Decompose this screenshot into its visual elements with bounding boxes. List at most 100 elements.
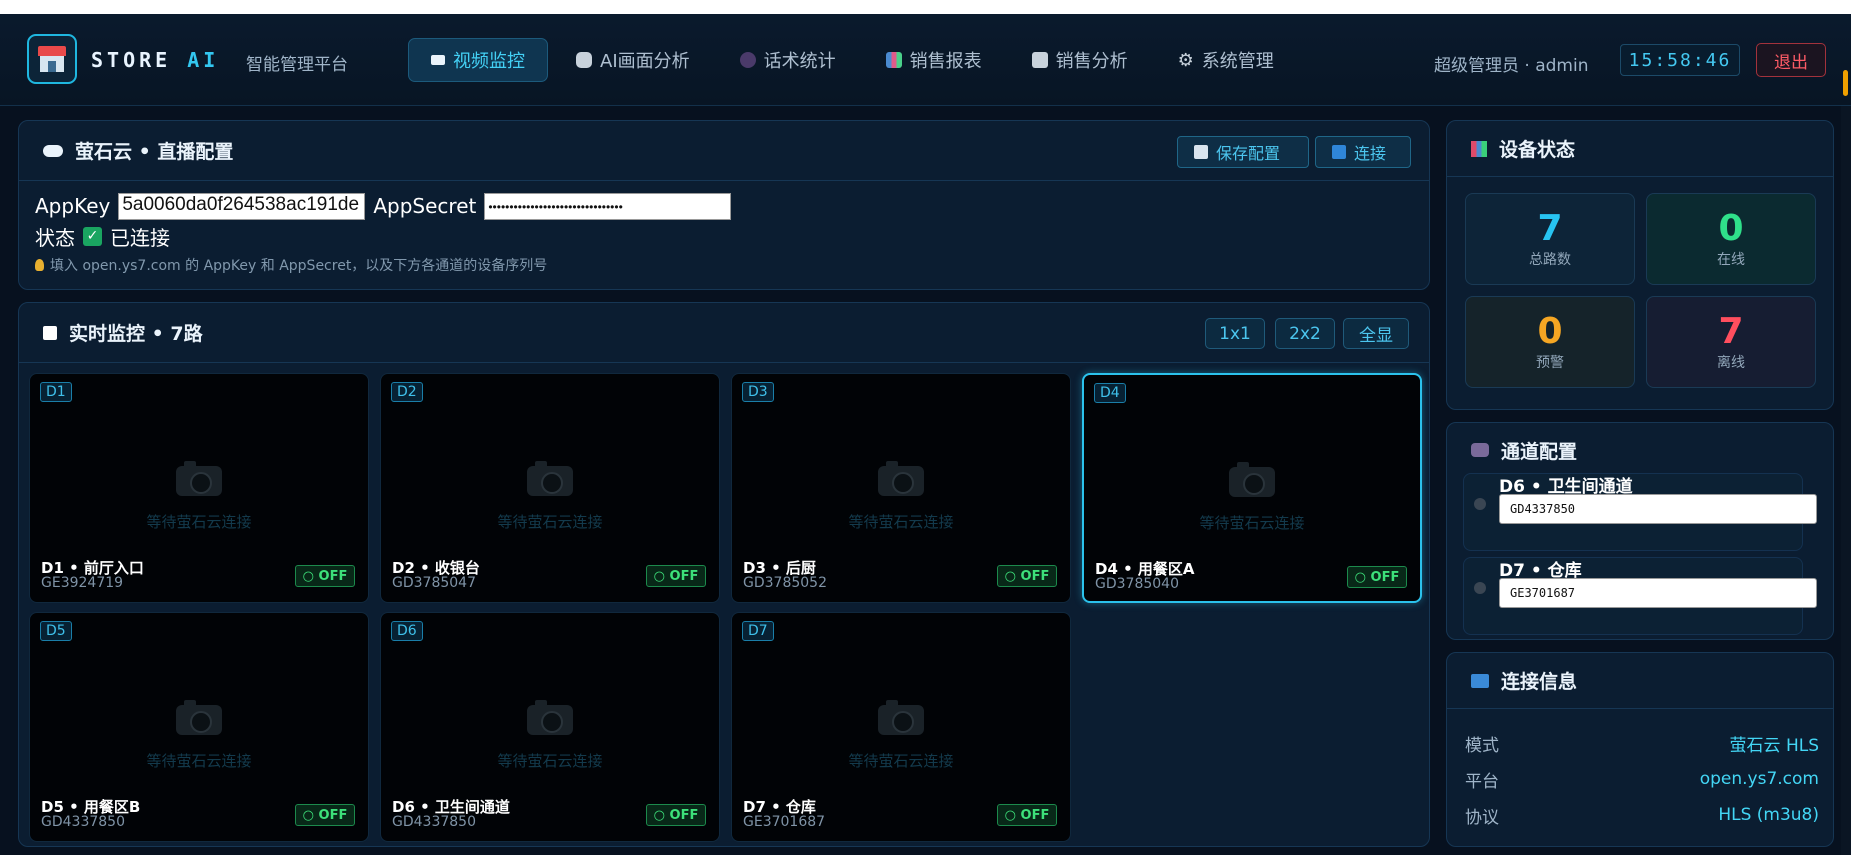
brand-name: STORE AI <box>91 48 220 72</box>
info-value: 萤石云 HLS <box>1729 735 1819 756</box>
waiting-text: 等待萤石云连接 <box>146 752 252 770</box>
channel-item-d7: D7 • 仓库 GE3701687 <box>1463 557 1817 635</box>
camera-serial: GD3785040 <box>1095 576 1179 592</box>
panel-title: 实时监控 • 7路 <box>69 323 203 345</box>
status-badge: ○ OFF <box>646 804 706 826</box>
appkey-label: AppKey <box>35 194 111 218</box>
layout-2x2-button[interactable]: 2x2 <box>1275 318 1335 349</box>
camera-serial: GD3785047 <box>392 575 476 591</box>
nav-ai-analysis[interactable]: AI画面分析 <box>554 38 712 82</box>
panel-header: 设备状态 <box>1447 121 1833 177</box>
appsecret-label: AppSecret <box>373 194 477 218</box>
info-row-platform: 平台 open.ys7.com <box>1465 766 1819 792</box>
camera-tile-d6[interactable]: D6 等待萤石云连接 D6 • 卫生间通道 GD4337850 ○ OFF <box>380 612 720 842</box>
channel-tag: D1 <box>40 382 72 402</box>
info-row-mode: 模式 萤石云 HLS <box>1465 730 1819 756</box>
panel-title: 连接信息 <box>1501 671 1578 693</box>
nav-speech-stats[interactable]: 话术统计 <box>718 38 858 82</box>
top-strip <box>0 0 1851 14</box>
camera-placeholder-icon <box>527 461 573 496</box>
status-value: 已连接 <box>110 225 170 250</box>
camera-tile-d5[interactable]: D5 等待萤石云连接 D5 • 用餐区B GD4337850 ○ OFF <box>29 612 369 842</box>
camera-serial: GE3701687 <box>743 814 826 830</box>
save-icon <box>1194 145 1208 159</box>
camera-placeholder-icon <box>1229 462 1275 497</box>
appkey-input[interactable]: 5a0060da0f264538ac191de <box>118 192 366 220</box>
brand-subtitle: 智能管理平台 <box>246 55 348 75</box>
monitor-icon <box>1471 673 1489 688</box>
info-key: 平台 <box>1465 771 1499 792</box>
camera-placeholder-icon <box>176 461 222 496</box>
stat-label: 预警 <box>1536 355 1564 371</box>
panel-header: 通道配置 <box>1447 423 1833 477</box>
waiting-text: 等待萤石云连接 <box>848 513 954 531</box>
camera-placeholder-icon <box>527 700 573 735</box>
connected-checkbox[interactable]: ✓ <box>83 226 102 246</box>
nav-system-settings[interactable]: ⚙ 系统管理 <box>1156 38 1296 82</box>
video-camera-icon <box>1471 443 1489 457</box>
camera-placeholder-icon <box>878 700 924 735</box>
top-bar: STORE AI 智能管理平台 视频监控 AI画面分析 话术统计 销售报表 销售… <box>0 14 1851 106</box>
stat-value: 7 <box>1537 208 1563 249</box>
square-icon <box>43 325 57 340</box>
camera-tile-d7[interactable]: D7 等待萤石云连接 D7 • 仓库 GE3701687 ○ OFF <box>731 612 1071 842</box>
layout-all-button[interactable]: 全显 <box>1343 318 1409 349</box>
camera-tile-d3[interactable]: D3 等待萤石云连接 D3 • 后厨 GD3785052 ○ OFF <box>731 373 1071 603</box>
config-hint: 填入 open.ys7.com 的 AppKey 和 AppSecret，以及下… <box>35 255 1435 275</box>
nav-video-monitor[interactable]: 视频监控 <box>408 38 548 82</box>
stat-value: 0 <box>1537 311 1563 352</box>
status-badge: ○ OFF <box>997 804 1057 826</box>
channel-tag: D5 <box>40 621 72 641</box>
save-config-button[interactable]: 保存配置 <box>1177 136 1309 168</box>
line-chart-icon <box>1031 52 1048 68</box>
serial-input[interactable]: GD4337850 <box>1499 494 1817 524</box>
logout-button[interactable]: 退出 <box>1756 43 1826 77</box>
info-key: 模式 <box>1465 735 1499 756</box>
info-key: 协议 <box>1465 807 1499 828</box>
stream-config-panel: 萤石云 • 直播配置 保存配置 连接 AppKey 5a0060da0f2645… <box>18 120 1430 290</box>
channel-config-panel: 通道配置 D6 • 卫生间通道 GD4337850 D7 • 仓库 GE3701… <box>1446 422 1834 640</box>
camera-placeholder-icon <box>176 700 222 735</box>
channel-tag: D6 <box>391 621 423 641</box>
stat-online: 0 在线 <box>1646 193 1816 285</box>
bar-chart-icon <box>1471 140 1487 157</box>
waiting-text: 等待萤石云连接 <box>497 752 603 770</box>
speech-icon <box>739 52 756 68</box>
camera-tile-d2[interactable]: D2 等待萤石云连接 D2 • 收银台 GD3785047 ○ OFF <box>380 373 720 603</box>
channel-tag: D7 <box>742 621 774 641</box>
page-scrollbar[interactable] <box>1841 106 1851 855</box>
status-badge: ○ OFF <box>646 565 706 587</box>
robot-icon <box>576 52 592 68</box>
info-value: HLS (m3u8) <box>1718 805 1819 825</box>
status-badge: ○ OFF <box>295 565 355 587</box>
stat-offline: 7 离线 <box>1646 296 1816 388</box>
connect-button[interactable]: 连接 <box>1315 136 1411 168</box>
bar-chart-icon <box>885 52 902 68</box>
channel-item-d6: D6 • 卫生间通道 GD4337850 <box>1463 473 1817 551</box>
camera-tile-d1[interactable]: D1 等待萤石云连接 D1 • 前厅入口 GE3924719 ○ OFF <box>29 373 369 603</box>
stat-total: 7 总路数 <box>1465 193 1635 285</box>
refresh-icon <box>1332 145 1346 159</box>
waiting-text: 等待萤石云连接 <box>146 513 252 531</box>
appsecret-input[interactable]: •••••••••••••••••••••••••••••••• <box>484 192 732 220</box>
panel-title: 通道配置 <box>1501 440 1578 463</box>
device-status-panel: 设备状态 7 总路数 0 在线 0 预警 7 离线 <box>1446 120 1834 410</box>
serial-input[interactable]: GE3701687 <box>1499 578 1817 608</box>
panel-title: 设备状态 <box>1499 139 1576 161</box>
clock: 15:58:46 <box>1620 44 1740 76</box>
store-logo-icon <box>27 34 77 84</box>
scrollbar-thumb[interactable] <box>1843 70 1848 96</box>
layout-1x1-button[interactable]: 1x1 <box>1205 318 1265 349</box>
panel-title: 萤石云 • 直播配置 <box>75 141 234 163</box>
main-nav: 视频监控 AI画面分析 话术统计 销售报表 销售分析 ⚙ 系统管理 <box>408 38 1302 82</box>
channel-tag: D2 <box>391 382 423 402</box>
status-badge: ○ OFF <box>295 804 355 826</box>
status-dot <box>1474 582 1486 594</box>
stat-warning: 0 预警 <box>1465 296 1635 388</box>
nav-sales-report[interactable]: 销售报表 <box>864 38 1004 82</box>
camera-tile-d4[interactable]: D4 等待萤石云连接 D4 • 用餐区A GD3785040 ○ OFF <box>1082 373 1422 603</box>
panel-header: 连接信息 <box>1447 653 1833 709</box>
status-dot <box>1474 498 1486 510</box>
nav-sales-analysis[interactable]: 销售分析 <box>1010 38 1150 82</box>
stat-label: 总路数 <box>1529 252 1571 268</box>
